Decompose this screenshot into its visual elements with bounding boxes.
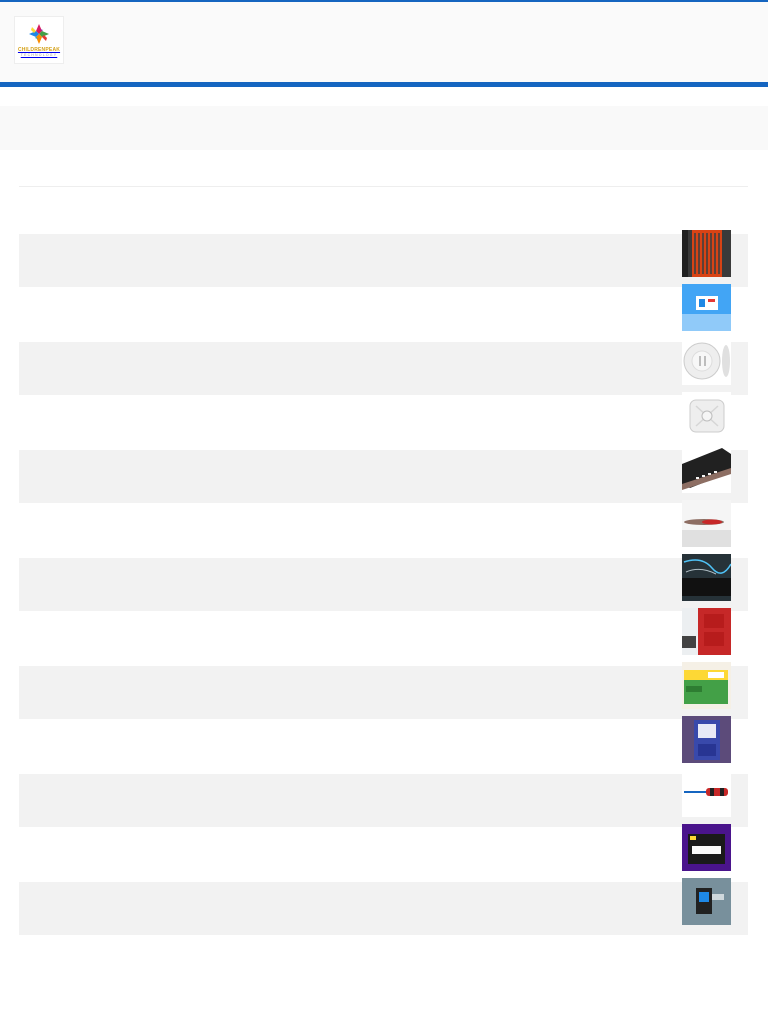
product-thumbnail[interactable] [682,608,731,655]
site-logo[interactable]: CHILDRENPEAK TECHNOLOGY [14,16,64,64]
blue-adapter-image [682,878,731,925]
list-item[interactable] [19,500,748,557]
product-thumbnail[interactable] [682,446,731,493]
purple-printer-image [682,824,731,871]
list-item[interactable] [19,554,748,611]
green-battery-box-image [682,662,731,709]
screwdriver-image [682,770,731,817]
product-list [19,230,748,935]
black-router-cables-image [682,554,731,601]
product-thumbnail[interactable] [682,824,731,871]
product-thumbnail[interactable] [682,392,731,439]
list-item[interactable] [19,716,748,773]
list-item[interactable] [19,662,748,719]
list-item[interactable] [19,770,748,827]
blue-device-box-image [682,284,731,331]
page-banner [0,106,768,150]
black-network-switch-image [682,446,731,493]
purple-enclosure-image [682,716,731,763]
logo-subtext: TECHNOLOGY [20,53,58,57]
product-thumbnail[interactable] [682,338,731,385]
list-item[interactable] [19,284,748,341]
list-item[interactable] [19,824,748,881]
product-thumbnail[interactable] [682,230,731,277]
product-thumbnail[interactable] [682,662,731,709]
list-item[interactable] [19,446,748,503]
product-thumbnail[interactable] [682,554,731,601]
list-item[interactable] [19,338,748,395]
product-thumbnail[interactable] [682,878,731,925]
header-divider [0,82,768,87]
list-item[interactable] [19,608,748,665]
white-round-antenna-image [682,338,731,385]
logo-icon [29,24,49,44]
white-square-antenna-image [682,392,731,439]
site-header: CHILDRENPEAK TECHNOLOGY [0,2,768,82]
list-item[interactable] [19,878,748,935]
orange-cable-panel-image [682,230,731,277]
product-thumbnail[interactable] [682,770,731,817]
list-item[interactable] [19,230,748,287]
list-item[interactable] [19,392,748,449]
red-electrical-panel-image [682,608,731,655]
product-thumbnail[interactable] [682,500,731,547]
content-divider [19,186,748,187]
product-thumbnail[interactable] [682,716,731,763]
product-thumbnail[interactable] [682,284,731,331]
red-handled-tool-image [682,500,731,547]
